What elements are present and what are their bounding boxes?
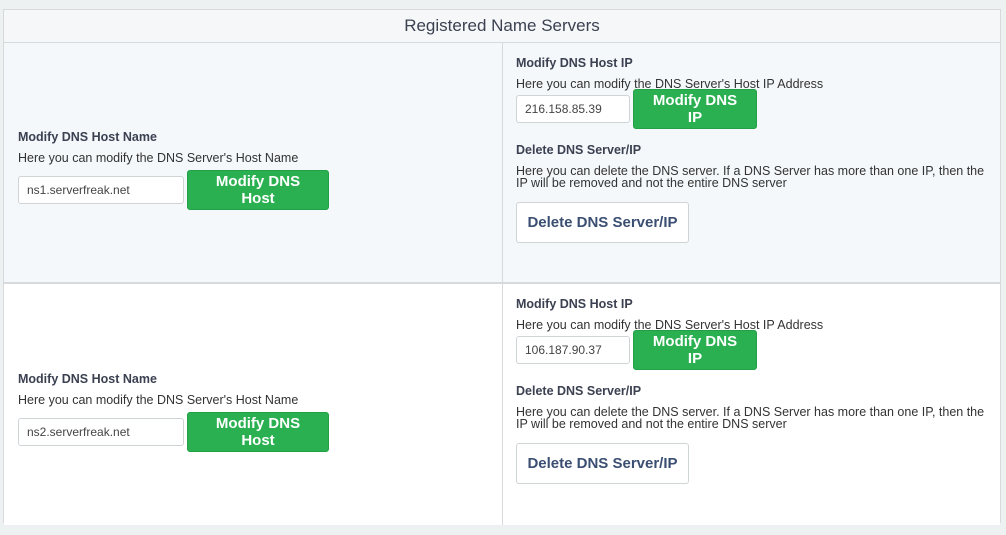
modify-ip-section: Modify DNS Host IP Here you can modify t…: [503, 43, 1000, 282]
host-name-input[interactable]: [18, 418, 184, 446]
modify-ip-section: Modify DNS Host IP Here you can modify t…: [503, 284, 1000, 525]
host-name-label: Modify DNS Host Name: [18, 372, 157, 386]
modify-dns-ip-button[interactable]: Modify DNS IP: [633, 89, 757, 129]
modify-dns-host-button[interactable]: Modify DNS Host: [187, 412, 329, 452]
host-name-help: Here you can modify the DNS Server's Hos…: [18, 151, 299, 165]
delete-server-label: Delete DNS Server/IP: [516, 384, 642, 398]
modify-host-section: Modify DNS Host Name Here you can modify…: [4, 43, 503, 282]
host-ip-input[interactable]: [516, 95, 630, 123]
host-name-help: Here you can modify the DNS Server's Hos…: [18, 393, 299, 407]
delete-dns-server-button[interactable]: Delete DNS Server/IP: [516, 443, 689, 484]
registered-name-servers-panel: Registered Name Servers Modify DNS Host …: [3, 9, 1001, 525]
name-server-row: Modify DNS Host Name Here you can modify…: [4, 43, 1000, 284]
modify-dns-host-button[interactable]: Modify DNS Host: [187, 170, 329, 210]
host-ip-label: Modify DNS Host IP: [516, 56, 633, 70]
host-ip-input[interactable]: [516, 336, 630, 364]
modify-host-section: Modify DNS Host Name Here you can modify…: [4, 284, 503, 525]
delete-help-line: IP will be removed and not the entire DN…: [516, 176, 787, 190]
name-server-row: Modify DNS Host Name Here you can modify…: [4, 284, 1000, 525]
delete-server-label: Delete DNS Server/IP: [516, 143, 642, 157]
delete-server-help: Here you can delete the DNS server. If a…: [516, 165, 1000, 190]
modify-dns-ip-button[interactable]: Modify DNS IP: [633, 330, 757, 370]
host-name-label: Modify DNS Host Name: [18, 130, 157, 144]
host-name-input[interactable]: [18, 176, 184, 204]
panel-title: Registered Name Servers: [4, 10, 1000, 43]
host-ip-label: Modify DNS Host IP: [516, 297, 633, 311]
delete-server-help: Here you can delete the DNS server. If a…: [516, 406, 1000, 431]
delete-dns-server-button[interactable]: Delete DNS Server/IP: [516, 202, 689, 243]
delete-help-line: IP will be removed and not the entire DN…: [516, 417, 787, 431]
